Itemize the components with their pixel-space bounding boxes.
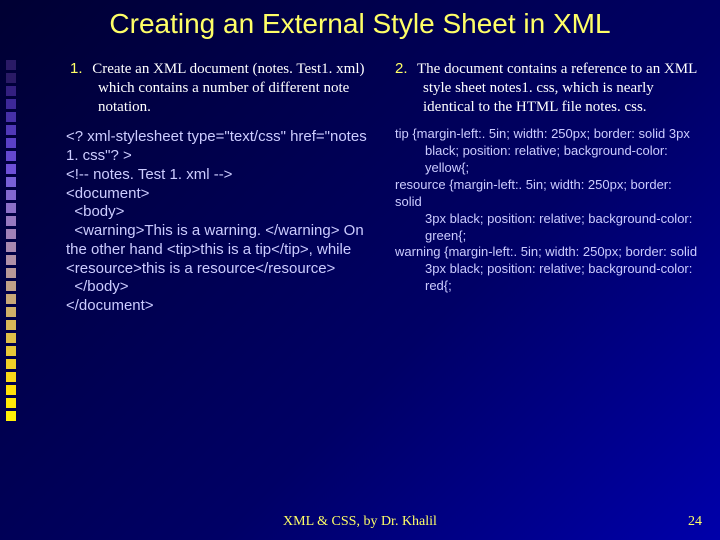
css-line: 3px black; position: relative; backgroun…	[425, 261, 700, 295]
side-bullets	[6, 58, 40, 500]
css-line: 3px black; position: relative; backgroun…	[425, 211, 700, 245]
list-number-2: 2.	[395, 60, 408, 79]
slide-title: Creating an External Style Sheet in XML	[0, 8, 720, 40]
css-line: warning {margin-left:. 5in; width: 250px…	[395, 244, 700, 261]
list-item-1: 1. Create an XML document (notes. Test1.…	[98, 60, 375, 116]
content-columns: 1. Create an XML document (notes. Test1.…	[70, 60, 700, 500]
footer-text: XML & CSS, by Dr. Khalil	[0, 514, 720, 530]
slide: Creating an External Style Sheet in XML …	[0, 0, 720, 540]
list-text-1: Create an XML document (notes. Test1. xm…	[92, 61, 364, 115]
xml-code-block: <? xml-stylesheet type="text/css" href="…	[66, 128, 375, 316]
page-number: 24	[688, 514, 702, 530]
list-item-2: 2. The document contains a reference to …	[423, 60, 700, 116]
css-line: black; position: relative; background-co…	[425, 143, 700, 177]
list-text-2: The document contains a reference to an …	[417, 61, 697, 115]
list-number-1: 1.	[70, 60, 83, 79]
css-code-block: tip {margin-left:. 5in; width: 250px; bo…	[395, 126, 700, 295]
css-line: tip {margin-left:. 5in; width: 250px; bo…	[395, 126, 700, 143]
css-line: resource {margin-left:. 5in; width: 250p…	[395, 177, 700, 211]
right-column: 2. The document contains a reference to …	[395, 60, 700, 500]
left-column: 1. Create an XML document (notes. Test1.…	[70, 60, 375, 500]
